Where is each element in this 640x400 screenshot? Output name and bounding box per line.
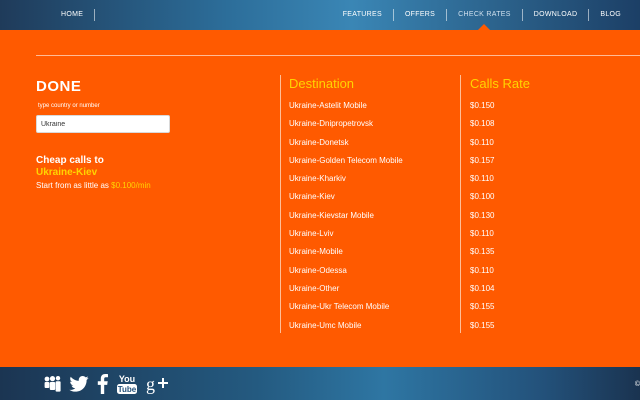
rate-item: $0.100: [470, 192, 495, 202]
footer: You Tube g ©: [0, 367, 640, 400]
destination-item: Ukraine-Kiev: [289, 192, 335, 202]
column-divider: [460, 75, 461, 333]
destination-item: Ukraine-Ukr Telecom Mobile: [289, 302, 390, 312]
nav-features[interactable]: FEATURES: [332, 0, 393, 30]
nav-right: FEATURES OFFERS CHECK RATES DOWNLOAD BLO…: [332, 0, 632, 30]
nav-home[interactable]: HOME: [50, 0, 94, 30]
rates-panel: DONE type country or number Cheap calls …: [0, 30, 640, 367]
facebook-icon[interactable]: [97, 373, 108, 395]
search-section: DONE type country or number Cheap calls …: [36, 78, 276, 190]
rate-item: $0.150: [470, 101, 495, 110]
rate-item: $0.155: [470, 302, 495, 312]
destination-header: Destination: [289, 76, 355, 91]
promo-price: $0.100/min: [111, 181, 151, 190]
svg-text:Tube: Tube: [118, 385, 137, 394]
search-title: DONE: [36, 78, 82, 95]
copyright-symbol: ©: [634, 381, 640, 388]
destination-item: Ukraine-Golden Telecom Mobile: [289, 155, 403, 165]
svg-text:g: g: [146, 374, 155, 394]
nav-left: HOME: [50, 0, 96, 30]
destination-item: Ukraine-Mobile: [289, 247, 343, 257]
country-search-input[interactable]: [36, 115, 170, 133]
top-divider: [36, 55, 640, 56]
destination-item: Ukraine-Kievstar Mobile: [289, 210, 374, 220]
nav-blog[interactable]: BLOG: [589, 0, 632, 30]
nav-divider: [94, 9, 96, 21]
myspace-icon[interactable]: [44, 373, 61, 395]
rate-item: $0.110: [470, 229, 494, 239]
destination-item: Ukraine-Dnipropetrovsk: [289, 119, 374, 129]
destination-item: Ukraine-Astelit Mobile: [289, 101, 367, 110]
rate-list: $0.150 $0.108 $0.110 $0.157 $0.110 $0.10…: [470, 100, 494, 338]
destination-item: Ukraine-Other: [289, 283, 340, 293]
top-navigation-bar: HOME FEATURES OFFERS CHECK RATES DOWNLOA…: [0, 0, 640, 30]
column-divider: [280, 75, 281, 333]
rate-item: $0.108: [470, 119, 495, 129]
rate-item: $0.110: [470, 137, 494, 147]
destination-item: Ukraine-Umc Mobile: [289, 320, 362, 330]
rate-item: $0.130: [470, 210, 495, 220]
nav-download[interactable]: DOWNLOAD: [523, 0, 589, 30]
rate-item: $0.110: [470, 265, 494, 275]
destination-item: Ukraine-Donetsk: [289, 137, 349, 147]
promo-prefix: Start from as little as: [36, 181, 109, 190]
destination-item: Ukraine-Kharkiv: [289, 174, 346, 184]
promo-city: Ukraine-Kiev: [36, 167, 98, 178]
nav-offers[interactable]: OFFERS: [394, 0, 446, 30]
promo-block: Cheap calls to Ukraine-Kiev Start from a…: [36, 155, 276, 190]
rate-item: $0.104: [470, 283, 495, 293]
search-hint: type country or number: [38, 103, 100, 109]
youtube-icon[interactable]: You Tube: [116, 373, 138, 395]
svg-text:You: You: [119, 374, 135, 384]
destination-item: Ukraine-Odessa: [289, 265, 347, 275]
social-links: You Tube g: [44, 373, 170, 395]
promo-line: Start from as little as $0.100/min: [36, 181, 276, 190]
rate-item: $0.110: [470, 174, 494, 184]
nav-check-rates[interactable]: CHECK RATES: [447, 0, 522, 30]
destination-list: Ukraine-Astelit Mobile Ukraine-Dnipropet…: [289, 100, 403, 338]
rate-item: $0.155: [470, 320, 495, 330]
google-plus-icon[interactable]: g: [146, 373, 170, 395]
promo-title: Cheap calls to: [36, 155, 104, 166]
twitter-icon[interactable]: [69, 373, 89, 395]
rate-header: Calls Rate: [470, 76, 530, 91]
rate-item: $0.135: [470, 247, 495, 257]
rate-item: $0.157: [470, 155, 495, 165]
destination-item: Ukraine-Lviv: [289, 229, 334, 239]
